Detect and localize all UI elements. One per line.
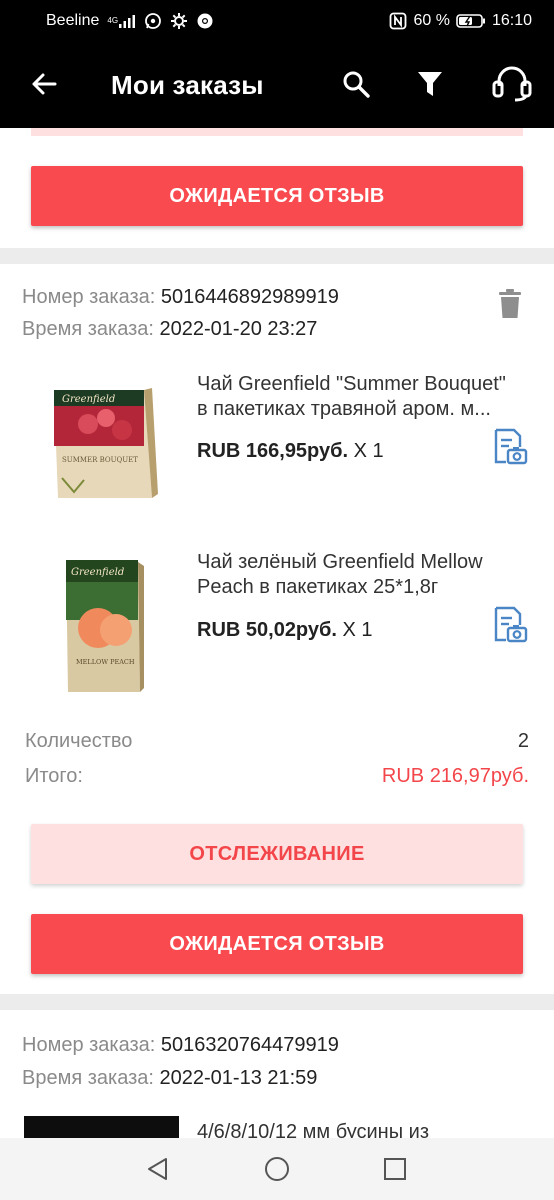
product-price-row: RUB 166,95руб. X 1 xyxy=(197,440,384,463)
product-name-line1: Чай зелёный Greenfield Mellow xyxy=(197,551,483,573)
product-price: RUB 50,02руб. xyxy=(197,619,337,641)
pack-title: SUMMER BOUQUET xyxy=(62,456,138,464)
app-bar: Мои заказы xyxy=(0,42,554,128)
total-label: Итого: xyxy=(25,765,83,787)
screen: Beeline 4G 60 % 16:10 Мои заказы ОЖИДАЕТ… xyxy=(0,0,554,1200)
search-icon[interactable] xyxy=(338,66,374,102)
quantity-value: 2 xyxy=(517,730,529,752)
network-type: 4G xyxy=(107,16,119,25)
gear-app-icon xyxy=(170,12,188,30)
order-time-label: Время заказа: xyxy=(22,1067,154,1089)
total-value: RUB 216,97руб. xyxy=(381,765,529,787)
pack-title: MELLOW PEACH xyxy=(76,658,135,666)
order-number-row: Номер заказа: 5016320764479919 xyxy=(22,1034,339,1057)
product-price: RUB 166,95руб. xyxy=(197,440,349,462)
filter-icon[interactable] xyxy=(412,66,448,102)
tracking-button[interactable]: ОТСЛЕЖИВАНИЕ xyxy=(31,824,523,884)
system-nav-bar xyxy=(0,1138,554,1200)
carrier-name: Beeline xyxy=(46,12,100,29)
status-left: Beeline 4G xyxy=(46,12,214,30)
order-time: 2022-01-20 23:27 xyxy=(159,318,318,340)
order-number-label: Номер заказа: xyxy=(22,1034,156,1056)
order-time-row: Время заказа: 2022-01-20 23:27 xyxy=(22,318,317,341)
quantity-label: Количество xyxy=(25,730,133,752)
order-card-previous: ОЖИДАЕТСЯ ОТЗЫВ xyxy=(0,128,554,248)
nav-recents-icon[interactable] xyxy=(383,1157,407,1181)
trash-icon[interactable] xyxy=(496,288,524,320)
whatsapp-icon xyxy=(144,12,162,30)
signal-icon: 4G xyxy=(107,14,136,28)
order-number: 5016446892989919 xyxy=(160,286,339,308)
nav-back-icon[interactable] xyxy=(146,1157,170,1181)
order-time-row: Время заказа: 2022-01-13 21:59 xyxy=(22,1067,317,1090)
product-image[interactable]: Greenfield MELLOW PEACH xyxy=(40,548,176,698)
order-time-label: Время заказа: xyxy=(22,318,154,340)
chrome-icon xyxy=(196,12,214,30)
order-number: 5016320764479919 xyxy=(160,1034,339,1056)
product-name-line2: Peach в пакетиках 25*1,8г xyxy=(197,576,439,598)
clock: 16:10 xyxy=(491,12,532,29)
battery-percent: 60 % xyxy=(413,12,450,29)
order-number-row: Номер заказа: 5016446892989919 xyxy=(22,286,339,309)
tracking-button-partial[interactable] xyxy=(31,128,523,136)
product-qty: X 1 xyxy=(342,619,373,641)
page-title: Мои заказы xyxy=(111,70,264,100)
support-headset-icon[interactable] xyxy=(490,66,534,102)
product-name[interactable]: Чай зелёный Greenfield Mellow Peach в па… xyxy=(197,550,532,600)
back-arrow-icon[interactable] xyxy=(28,68,60,100)
order-number-label: Номер заказа: xyxy=(22,286,156,308)
battery-icon xyxy=(456,13,486,29)
photo-review-icon[interactable] xyxy=(490,605,530,645)
nfc-icon xyxy=(389,12,407,30)
product-qty: X 1 xyxy=(353,440,384,462)
pack-brand: Greenfield xyxy=(62,394,115,405)
awaiting-review-button[interactable]: ОЖИДАЕТСЯ ОТЗЫВ xyxy=(31,914,523,974)
pack-brand: Greenfield xyxy=(71,567,124,578)
awaiting-review-button[interactable]: ОЖИДАЕТСЯ ОТЗЫВ xyxy=(31,166,523,226)
photo-review-icon[interactable] xyxy=(490,427,530,467)
status-bar: Beeline 4G 60 % 16:10 xyxy=(0,0,554,42)
product-price-row: RUB 50,02руб. X 1 xyxy=(197,619,373,642)
product-name[interactable]: Чай Greenfield "Summer Bouquet" в пакети… xyxy=(197,372,532,422)
status-right: 60 % 16:10 xyxy=(389,12,532,30)
order-time: 2022-01-13 21:59 xyxy=(159,1067,318,1089)
product-name-line2: в пакетиках травяной аром. м... xyxy=(197,398,491,420)
product-name-line1: Чай Greenfield "Summer Bouquet" xyxy=(197,373,506,395)
nav-home-icon[interactable] xyxy=(264,1156,290,1182)
product-image[interactable]: Greenfield SUMMER BOUQUET xyxy=(40,360,176,510)
